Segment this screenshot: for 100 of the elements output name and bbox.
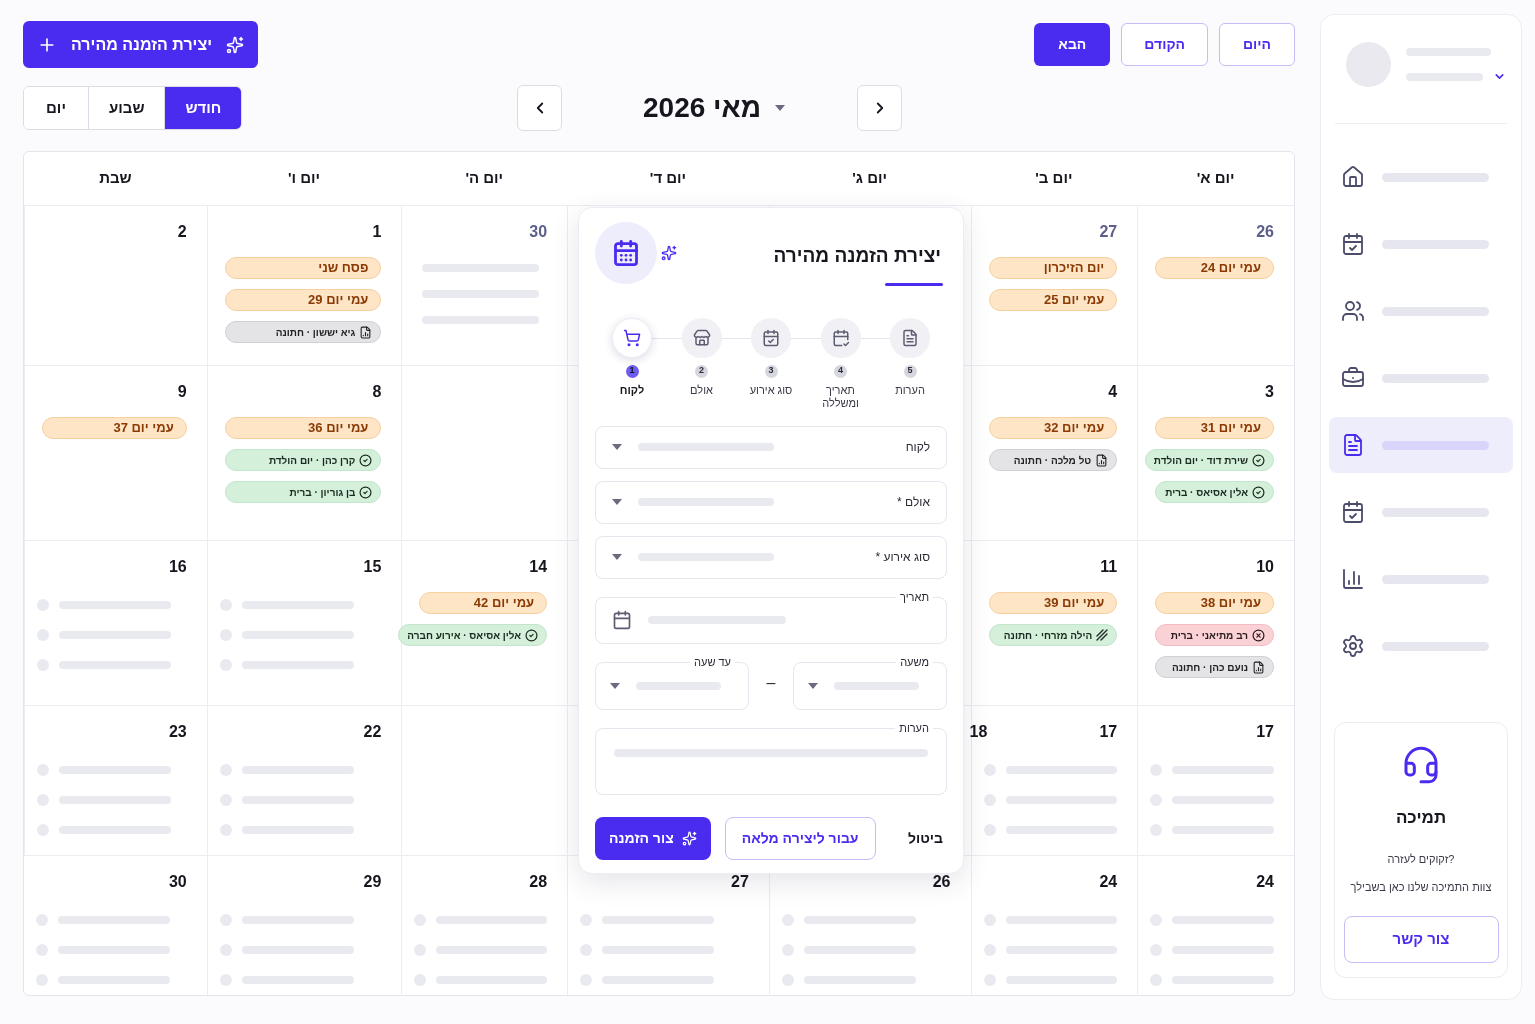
day-number: 27	[1099, 222, 1118, 242]
event-tag[interactable]: אלין אסיאס · ברית	[1155, 481, 1274, 503]
event-tag[interactable]: טל מלכה · חתונה	[988, 449, 1118, 471]
event-tag[interactable]: עמי יום 24	[1155, 257, 1274, 279]
day-cell[interactable]: 24	[1137, 855, 1294, 995]
event-tag[interactable]: עמי יום 32	[988, 417, 1118, 439]
create-booking-button[interactable]: צור הזמנה	[595, 816, 711, 860]
sparkle-icon	[226, 35, 244, 54]
event-tag[interactable]: יום הזיכרון	[988, 257, 1118, 279]
select-field[interactable]: אולם *	[595, 480, 947, 524]
day-cell[interactable]: 23	[24, 705, 207, 855]
next-month-button[interactable]	[857, 85, 902, 131]
select-field[interactable]: לקוח	[595, 425, 947, 469]
event-tag[interactable]: קרן כהן · יום הולדת	[224, 449, 382, 471]
event-label: קרן כהן · יום הולדת	[268, 453, 356, 468]
event-tag[interactable]: עמי יום 31	[1155, 417, 1274, 439]
event-tag[interactable]: אלין אסיאס · אירוע חברה	[398, 624, 548, 646]
select-field[interactable]: סוג אירוע *	[595, 535, 947, 579]
cart-icon	[623, 328, 641, 347]
notes-field[interactable]	[595, 727, 947, 795]
sparkle-icon	[681, 830, 697, 846]
step-number: 2	[695, 364, 708, 378]
date-nav-button[interactable]: הבא	[1034, 23, 1111, 66]
full-form-button[interactable]: עבור ליצירה מלאה	[724, 816, 876, 860]
date-field[interactable]	[595, 596, 947, 644]
panel-title: יצירת הזמנה מהירה	[773, 244, 941, 268]
event-tag[interactable]: עמי יום 29	[224, 289, 382, 311]
event-tag[interactable]: עמי יום 37	[42, 417, 187, 439]
day-number: 4	[1108, 382, 1118, 402]
support-question: זקוקים לעזרה?	[1387, 851, 1455, 867]
title-underline	[885, 282, 943, 286]
event-tag[interactable]: גיא יששון · חתונה	[224, 321, 382, 343]
step-button[interactable]	[751, 317, 791, 358]
event-tag[interactable]: עמי יום 25	[988, 289, 1118, 311]
contact-button[interactable]: צור קשר	[1343, 915, 1499, 963]
day-cell[interactable]	[401, 705, 568, 855]
check-circle-icon	[1252, 485, 1265, 499]
support-title: תמיכה	[1395, 807, 1447, 829]
check-circle-icon	[359, 485, 373, 499]
store-icon	[692, 328, 711, 347]
day-cell[interactable]: 18 17	[970, 705, 1138, 855]
day-cell[interactable]: 28	[401, 855, 568, 995]
event-label: הילה מזרחי · חתונה	[1003, 628, 1093, 643]
step-button[interactable]	[890, 317, 930, 358]
day-cell[interactable]: 17	[1137, 705, 1294, 855]
day-number: 3	[1265, 382, 1274, 402]
day-number: 28	[529, 872, 548, 892]
event-tag[interactable]: רב מתיאני · ברית	[1155, 624, 1274, 646]
view-tab[interactable]: חודש	[164, 87, 242, 129]
month-picker[interactable]: מאי 2026	[634, 87, 785, 129]
day-number: 30	[529, 222, 548, 242]
weekday-label: יום ב'	[1035, 168, 1073, 189]
event-tag[interactable]: שירת דוד · יום הולדת	[1144, 449, 1274, 471]
caret-icon	[610, 682, 620, 689]
prev-month-button[interactable]	[517, 85, 562, 131]
calendar-icon	[612, 610, 632, 630]
day-cell[interactable]: 15	[206, 540, 402, 705]
event-tag[interactable]: עמי יום 39	[988, 592, 1118, 614]
day-number: 30	[168, 872, 187, 892]
event-tag[interactable]: הילה מזרחי · חתונה	[988, 624, 1118, 646]
caret-icon	[775, 105, 785, 111]
calendar-icon	[1341, 500, 1365, 524]
event-tag[interactable]: עמי יום 36	[224, 417, 382, 439]
event-label: גיא יששון · חתונה	[275, 325, 356, 340]
day-cell[interactable]: 30	[401, 205, 568, 365]
event-label: עמי יום 25	[1043, 291, 1105, 310]
briefcase-icon	[1341, 366, 1365, 390]
cancel-button[interactable]: ביטול	[901, 827, 949, 849]
day-cell[interactable]: 16	[24, 540, 207, 705]
event-label: טל מלכה · חתונה	[1013, 453, 1092, 468]
caret-icon	[808, 682, 818, 689]
day-cell[interactable]: 2	[24, 205, 207, 365]
day-number: 26	[1256, 222, 1274, 242]
event-tag[interactable]: עמי יום 42	[419, 592, 548, 614]
event-label: אלין אסיאס · ברית	[1165, 485, 1248, 500]
event-tag[interactable]: נועם כהן · חתונה	[1155, 656, 1274, 678]
step-button[interactable]	[612, 317, 652, 358]
event-tag[interactable]: בן גוריון · ברית	[224, 481, 382, 503]
day-number: 26	[932, 872, 951, 892]
weekday-label: יום ו'	[288, 168, 321, 189]
quick-create-button[interactable]: יצירת הזמנה מהירה	[23, 21, 258, 68]
day-cell[interactable]: 29	[206, 855, 402, 995]
step-number: 5	[903, 364, 917, 378]
day-number: 9	[177, 382, 187, 402]
day-cell[interactable]: 30	[24, 855, 207, 995]
date-nav-button[interactable]: הקודם	[1121, 23, 1208, 66]
day-cell[interactable]: 24	[970, 855, 1138, 995]
day-number: 22	[363, 722, 382, 742]
caret-icon	[612, 499, 622, 505]
event-tag[interactable]: פסח שני	[224, 257, 382, 279]
nav-item[interactable]	[1329, 417, 1513, 473]
day-cell[interactable]	[401, 365, 568, 540]
day-cell[interactable]: 22	[206, 705, 402, 855]
event-tag[interactable]: עמי יום 38	[1155, 592, 1274, 614]
calendar-icon	[612, 239, 640, 267]
event-label: יום הזיכרון	[1043, 259, 1105, 278]
home-icon	[1341, 165, 1365, 189]
event-label: אלין אסיאס · אירוע חברה	[407, 628, 522, 643]
event-label: עמי יום 31	[1200, 419, 1261, 438]
date-nav-button[interactable]: היום	[1219, 23, 1295, 66]
